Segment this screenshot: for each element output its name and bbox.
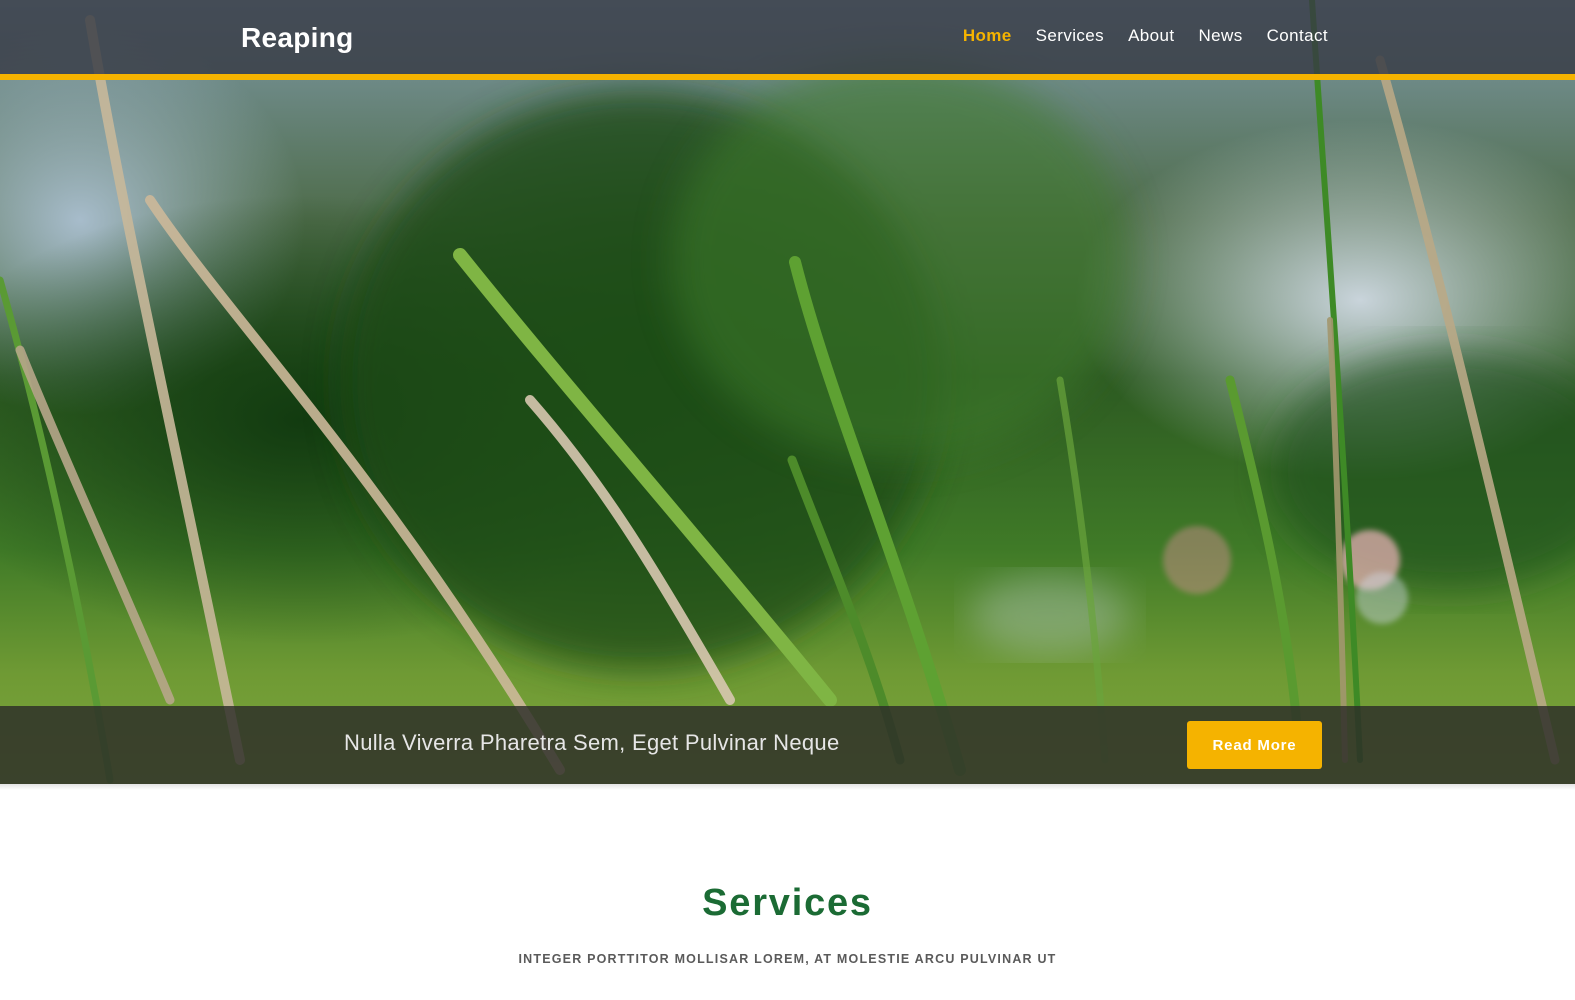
top-navbar: Reaping Home Services About News Contact	[0, 0, 1575, 80]
hero-bottom-shadow	[0, 784, 1575, 790]
nav-services[interactable]: Services	[1036, 26, 1104, 46]
services-heading: Services	[702, 882, 873, 924]
hero-banner: Nulla Viverra Pharetra Sem, Eget Pulvina…	[0, 0, 1575, 784]
hero-caption-text: Nulla Viverra Pharetra Sem, Eget Pulvina…	[344, 730, 840, 755]
hero-caption-bar: Nulla Viverra Pharetra Sem, Eget Pulvina…	[0, 706, 1575, 784]
hero-grass-image	[0, 0, 1575, 784]
site-logo[interactable]: Reaping	[241, 22, 354, 54]
nav-news[interactable]: News	[1199, 26, 1243, 46]
nav-contact[interactable]: Contact	[1267, 26, 1328, 46]
nav-about[interactable]: About	[1128, 26, 1174, 46]
services-subheading: INTEGER PORTTITOR MOLLISAR LOREM, AT MOL…	[518, 952, 1057, 966]
nav-home[interactable]: Home	[963, 26, 1012, 46]
read-more-button[interactable]: Read More	[1187, 721, 1322, 769]
main-nav: Home Services About News Contact	[963, 26, 1328, 46]
